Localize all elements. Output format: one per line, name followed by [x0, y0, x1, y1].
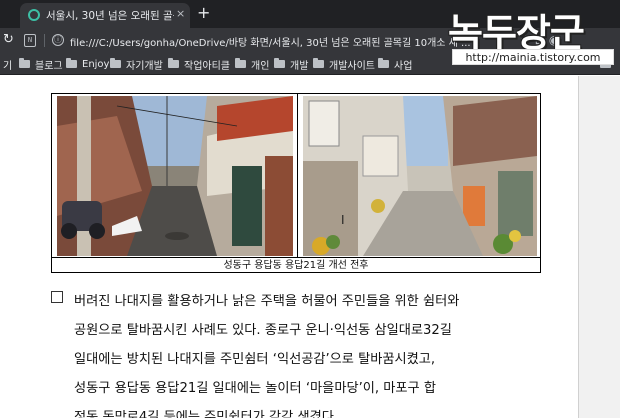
watermark-url: http://mainia.tistory.com [452, 49, 614, 65]
tab-close-button[interactable]: × [176, 7, 185, 20]
tab-title: 서울시, 30년 넘은 오래된 골목길 [46, 10, 174, 22]
photo-divider [297, 94, 298, 257]
bookmark-item[interactable]: 블로그 [19, 57, 63, 72]
bookmark-label: 사업 [394, 60, 413, 72]
photo-after: I [303, 96, 537, 256]
photo-caption: 성동구 용답동 용답21길 개선 전후 [223, 260, 369, 271]
paragraph-line: 공원으로 탈바꿈시킨 사례도 있다. 종로구 운니·익선동 삼일대로32길 [74, 323, 452, 338]
bookmark-item[interactable]: 개발사이트 [313, 57, 375, 72]
address-separator [44, 34, 45, 47]
bookmark-label: 작업아티클 [184, 60, 230, 72]
new-tab-button[interactable]: + [197, 4, 210, 22]
bookmark-label: 개인 [251, 60, 270, 72]
photo-before [57, 96, 293, 256]
url-input[interactable]: file:///C:/Users/gonha/OneDrive/바탕 화면/서울… [70, 34, 490, 49]
info-icon[interactable]: ⓘ [52, 34, 64, 46]
bookmark-item[interactable]: 개발 [274, 57, 309, 72]
bookmark-item[interactable]: 사업 [378, 57, 413, 72]
paragraph-line: 버려진 나대지를 활용하거나 낡은 주택을 허물어 주민들을 위한 쉼터와 [74, 294, 460, 309]
tab-favicon-icon [28, 9, 40, 21]
tab-active[interactable]: 서울시, 30년 넘은 오래된 골목길 × [20, 3, 190, 28]
folder-icon [313, 58, 324, 68]
paragraph-line: 일대에는 방치된 나대지를 주민쉼터 ‘익선공감’으로 탈바꿈시켰고, [74, 352, 436, 367]
folder-icon [378, 58, 389, 68]
folder-icon [66, 58, 77, 68]
bookmark-label: 기 [3, 60, 13, 72]
bookmark-label: 자기개발 [126, 60, 163, 72]
svg-text:I: I [341, 213, 345, 227]
bookmark-item[interactable]: 작업아티클 [168, 57, 230, 72]
paragraph-line: 성동구 용답동 용답21길 일대에는 놀이터 ‘마을마당’이, 마포구 합 [74, 381, 437, 396]
bookmark-item[interactable]: 자기개발 [110, 57, 163, 72]
bookmark-label: Enjoy [82, 58, 110, 70]
folder-icon [168, 58, 179, 68]
bullet-box-icon [51, 291, 63, 303]
bookmark-item[interactable]: 개인 [235, 57, 270, 72]
bookmark-label: 개발 [290, 60, 309, 72]
alley-after-image: I [303, 96, 537, 256]
folder-icon [19, 58, 30, 68]
file-icon[interactable]: N [24, 34, 36, 47]
folder-icon [235, 58, 246, 68]
reload-icon[interactable]: ↻ [3, 32, 14, 47]
folder-icon [110, 58, 121, 68]
bookmark-item[interactable]: 기 [3, 57, 13, 72]
folder-icon [274, 58, 285, 68]
alley-before-image [57, 96, 293, 256]
photo-table: I 성동구 용답동 용답21길 개선 전후 [51, 93, 541, 273]
bookmark-item[interactable]: Enjoy [66, 57, 109, 71]
bookmark-label: 블로그 [35, 60, 63, 72]
page-gutter [579, 76, 620, 418]
page-margin-line [578, 76, 579, 418]
paragraph-line: 정동 독막로4길 등에는 주민쉼터가 각각 생겼다. [74, 410, 339, 418]
bookmark-label: 개발사이트 [329, 60, 375, 72]
